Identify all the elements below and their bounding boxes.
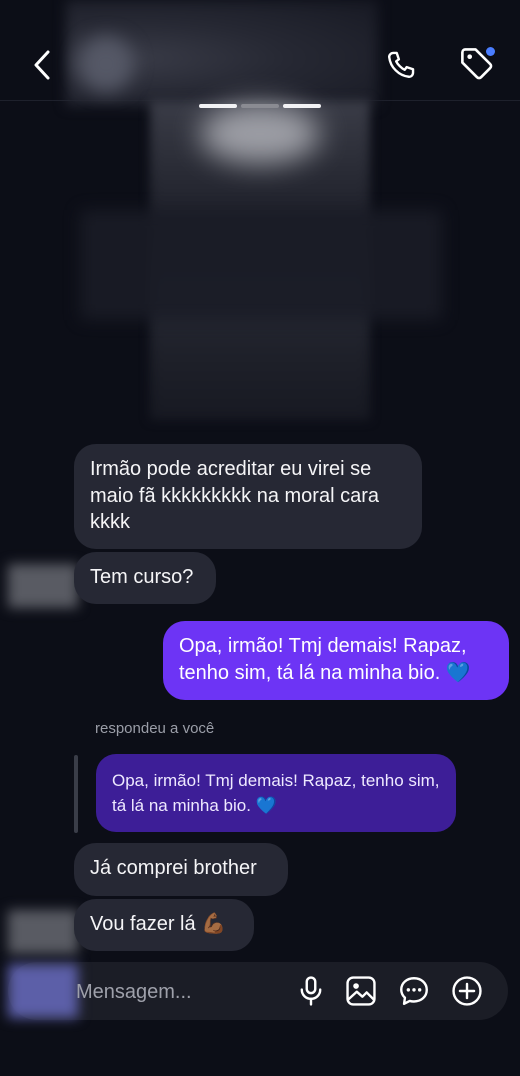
media-highlight (200, 104, 320, 164)
image-icon (346, 976, 376, 1006)
message-input[interactable] (76, 976, 286, 1008)
sender-avatar[interactable] (8, 564, 78, 608)
sticker-icon (400, 977, 428, 1005)
phone-icon (388, 51, 415, 78)
microphone-button[interactable] (294, 974, 328, 1008)
blurred-contact-avatar[interactable] (78, 36, 134, 92)
plus-circle-icon (452, 976, 482, 1006)
incoming-message[interactable]: Tem curso? (74, 552, 216, 604)
camera-avatar[interactable] (8, 964, 78, 1018)
reply-indicator-bar (74, 755, 78, 833)
gallery-button[interactable] (344, 974, 378, 1008)
sender-avatar[interactable] (8, 910, 78, 954)
chevron-left-icon (34, 50, 50, 80)
back-button[interactable] (26, 46, 58, 84)
blurred-media-overlay (80, 210, 442, 320)
notification-dot (486, 47, 495, 56)
incoming-message[interactable]: Já comprei brother (74, 843, 288, 896)
incoming-message[interactable]: Vou fazer lá 💪🏾 (74, 899, 254, 951)
add-button[interactable] (450, 974, 484, 1008)
incoming-message[interactable]: Irmão pode acreditar eu virei se maio fã… (74, 444, 422, 549)
story-progress-bars (199, 104, 321, 110)
call-button[interactable] (384, 48, 418, 82)
microphone-icon (300, 976, 322, 1006)
sticker-button[interactable] (397, 974, 431, 1008)
quoted-message[interactable]: Opa, irmão! Tmj demais! Rapaz, tenho sim… (96, 754, 456, 832)
outgoing-message[interactable]: Opa, irmão! Tmj demais! Rapaz, tenho sim… (163, 621, 509, 700)
reply-label: respondeu a você (95, 720, 215, 737)
